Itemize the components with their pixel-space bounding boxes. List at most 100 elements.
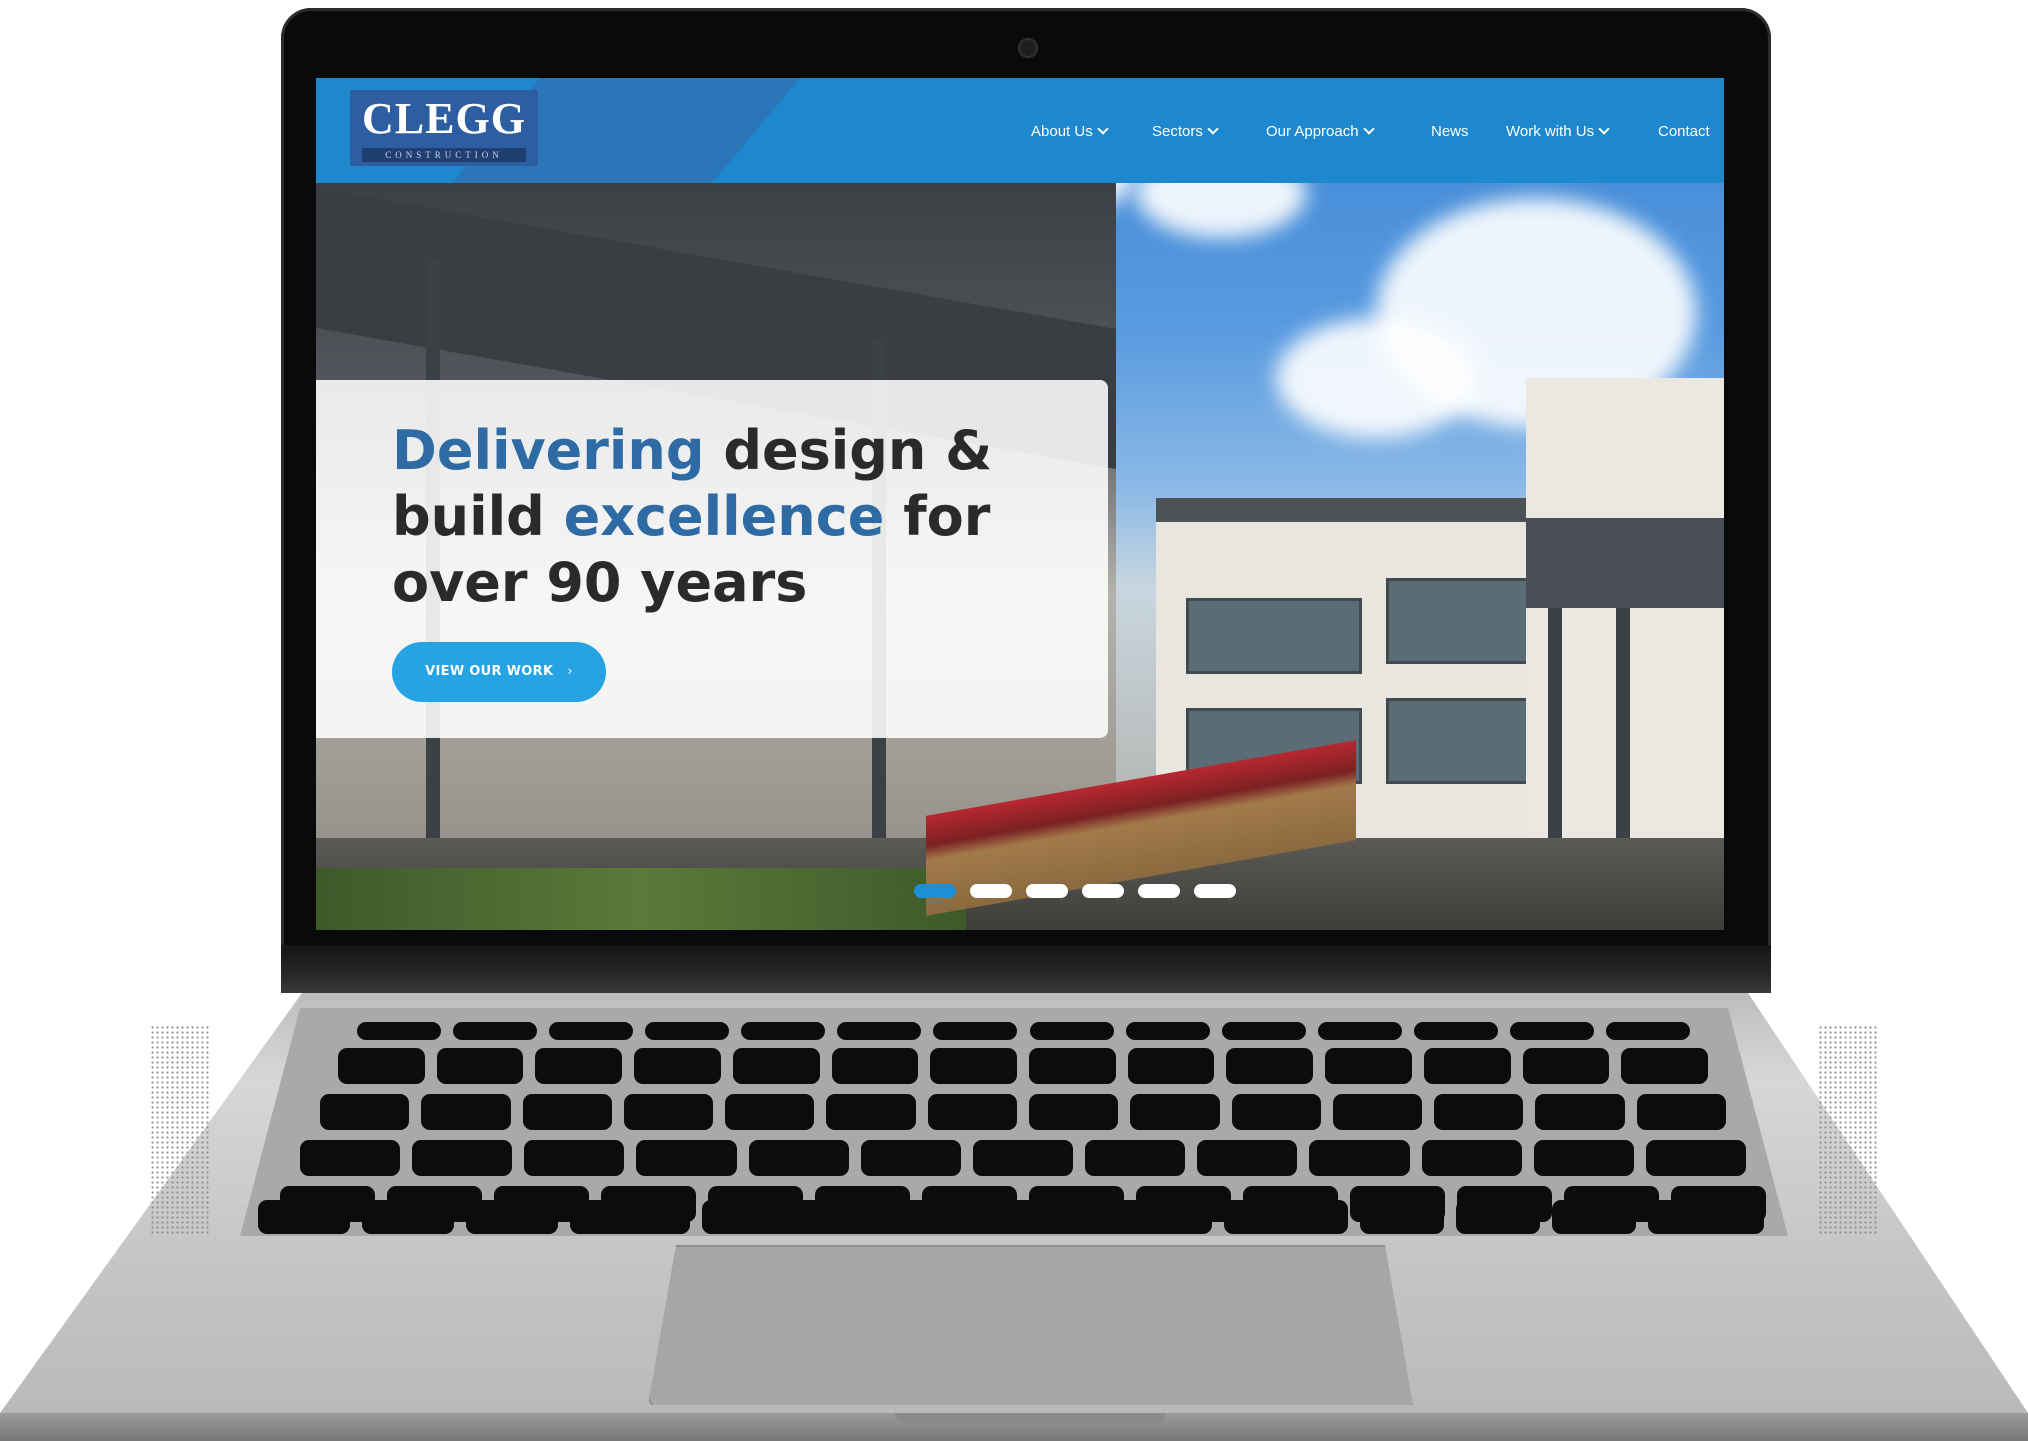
keyboard-key [1636, 1094, 1726, 1130]
nav-item-label: About Us [1031, 123, 1093, 140]
laptop-hinge [281, 945, 1771, 993]
keyboard-key [436, 1048, 524, 1084]
chevron-down-icon [1362, 123, 1375, 135]
keyboard-key [522, 1094, 612, 1130]
logo-subtitle: CONSTRUCTION [362, 148, 526, 162]
keyboard-key [1226, 1048, 1314, 1084]
speaker-grille-left [150, 1025, 210, 1235]
nav-item-sectors[interactable]: Sectors [1152, 120, 1219, 144]
courtyard-plants [316, 868, 966, 930]
keyboard-key [1645, 1140, 1746, 1176]
keyboard-key [930, 1048, 1017, 1084]
keyboard-key [535, 1048, 623, 1084]
keyboard-key [1605, 1022, 1690, 1040]
keyboard-key [1648, 1200, 1764, 1234]
keyboard-key [1413, 1022, 1498, 1040]
keyboard-key [1456, 1200, 1540, 1234]
keyboard-key [972, 1140, 1074, 1176]
keyboard-key [1085, 1140, 1186, 1176]
keyboard-key [636, 1140, 737, 1176]
speaker-grille-right [1818, 1025, 1878, 1235]
keyboard-key [570, 1200, 690, 1234]
keyboard-key [1231, 1094, 1321, 1130]
keyboard-key [1127, 1048, 1215, 1084]
keyboard-key [549, 1022, 634, 1040]
keyboard-key [1509, 1022, 1594, 1040]
keyboard-key [1434, 1094, 1524, 1130]
keyboard-key [634, 1048, 721, 1084]
keyboard-key [412, 1140, 513, 1176]
slider-dot[interactable] [970, 884, 1012, 898]
slider-dot[interactable] [1138, 884, 1180, 898]
logo-wordmark: CLEGG [362, 94, 526, 143]
keyboard-key [1552, 1200, 1636, 1234]
keyboard-key [1332, 1094, 1423, 1130]
headline-part: excellence [563, 485, 885, 548]
slider-dot[interactable] [914, 884, 956, 898]
building-window [1386, 578, 1542, 664]
keyboard-key [1224, 1200, 1348, 1234]
keyboard-key [1621, 1048, 1708, 1084]
nav-item-label: Our Approach [1266, 123, 1359, 140]
laptop-screen: CLEGG CONSTRUCTION About Us Sectors Our … [316, 78, 1724, 930]
keyboard-key [1029, 1048, 1116, 1084]
chevron-down-icon [1598, 123, 1610, 135]
cloud-shape [1276, 318, 1476, 438]
keyboard-key [421, 1094, 511, 1130]
view-our-work-button[interactable]: VIEW OUR WORK › [392, 642, 606, 702]
cta-label: VIEW OUR WORK [425, 664, 554, 679]
keyboard-key [524, 1140, 625, 1176]
webcam-icon [1018, 38, 1038, 58]
keyboard-key [300, 1140, 401, 1176]
keyboard-key [1423, 1048, 1511, 1084]
keyboard-key [1029, 1094, 1119, 1130]
headline-part: over 90 years [392, 551, 808, 614]
keyboard-key [1029, 1022, 1114, 1040]
keyboard-key [362, 1200, 454, 1234]
keyboard-key [933, 1022, 1018, 1040]
keyboard-key [1221, 1022, 1306, 1040]
trackpad [648, 1245, 1413, 1405]
keyboard-key [1130, 1094, 1220, 1130]
nav-item-label: Sectors [1152, 123, 1203, 140]
keyboard-key [702, 1200, 1212, 1234]
slider-dot[interactable] [1082, 884, 1124, 898]
keyboard-key [1125, 1022, 1210, 1040]
keyboard-key [1309, 1140, 1410, 1176]
keyboard-key [1325, 1048, 1412, 1084]
lid-notch [895, 1413, 1165, 1423]
nav-item-label: News [1431, 123, 1469, 140]
building-window [1386, 698, 1542, 784]
hero-headline: Delivering design & build excellence for… [392, 418, 1092, 616]
keyboard-key [927, 1094, 1017, 1130]
keyboard-key [1421, 1140, 1522, 1176]
keyboard-key [1317, 1022, 1402, 1040]
nav-item-contact[interactable]: Contact [1658, 120, 1710, 144]
nav-item-work-with-us[interactable]: Work with Us [1506, 120, 1610, 144]
keyboard-key [1533, 1140, 1634, 1176]
slider-dot[interactable] [1026, 884, 1068, 898]
keyboard-key [466, 1200, 558, 1234]
slider-dot[interactable] [1194, 884, 1236, 898]
headline-part: design & [704, 419, 993, 482]
chevron-right-icon: › [567, 664, 573, 679]
keyboard-key [1522, 1048, 1610, 1084]
clegg-logo[interactable]: CLEGG CONSTRUCTION [350, 90, 538, 166]
building-balcony [1526, 518, 1724, 608]
nav-item-news[interactable]: News [1431, 120, 1469, 144]
nav-item-about-us[interactable]: About Us [1031, 120, 1109, 144]
nav-item-label: Work with Us [1506, 123, 1595, 140]
headline-part: build [392, 485, 564, 548]
keyboard-key [831, 1048, 919, 1084]
keyboard-key [645, 1022, 730, 1040]
keyboard-key [453, 1022, 538, 1040]
keyboard-key [725, 1094, 815, 1130]
keyboard-key [258, 1200, 350, 1234]
keyboard-key [826, 1094, 916, 1130]
nav-item-our-approach[interactable]: Our Approach [1266, 120, 1375, 144]
keyboard-key [1360, 1200, 1444, 1234]
keyboard-key [741, 1022, 826, 1040]
keyboard-key [1535, 1094, 1625, 1130]
building-window [1186, 598, 1362, 674]
chevron-down-icon [1207, 123, 1219, 135]
